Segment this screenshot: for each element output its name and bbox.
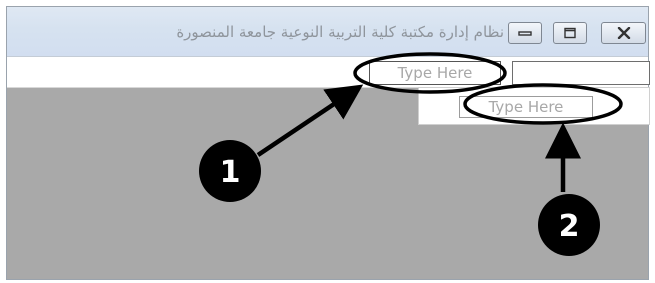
minimize-button[interactable] [508,22,542,44]
close-button[interactable] [601,22,646,44]
input-strip [7,57,650,88]
maximize-button[interactable] [553,22,587,44]
dropdown-panel [418,87,650,125]
minimize-icon [518,29,532,37]
screenshot-stage: نظام إدارة مكتبة كلية التربية النوعية جا… [0,0,655,283]
window-title: نظام إدارة مكتبة كلية التربية النوعية جا… [176,23,504,41]
maximize-icon [563,27,577,39]
app-window: نظام إدارة مكتبة كلية التربية النوعية جا… [6,6,650,280]
close-icon [617,27,631,39]
search-textbox-2[interactable] [459,96,593,118]
search-textbox-1[interactable] [369,61,501,85]
blank-textbox[interactable] [512,61,650,85]
title-bar[interactable]: نظام إدارة مكتبة كلية التربية النوعية جا… [7,7,648,57]
